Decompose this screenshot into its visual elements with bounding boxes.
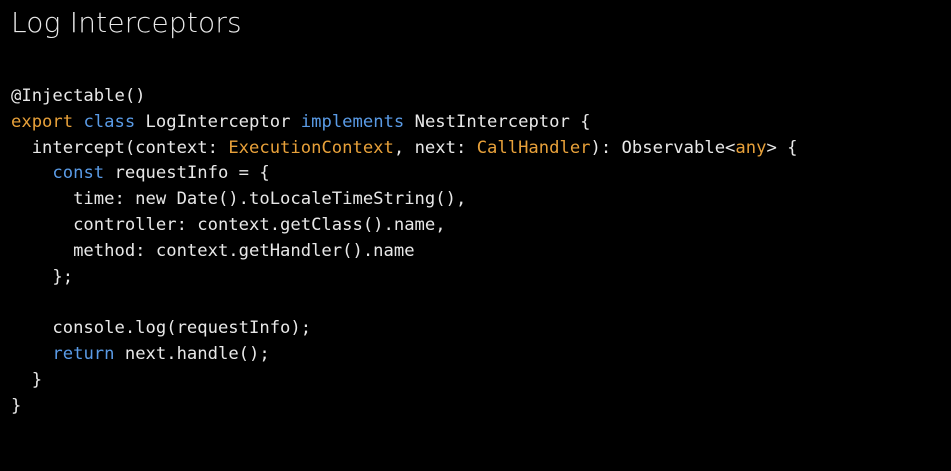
code-token: const: [52, 163, 105, 184]
code-line: time: new Date().toLocaleTimeString(),: [11, 187, 797, 213]
code-line: intercept(context: ExecutionContext, nex…: [11, 136, 798, 162]
code-token: NestInterceptor {: [404, 111, 591, 132]
code-token: export: [11, 111, 74, 132]
code-token: CallHandler: [476, 137, 591, 158]
code-token: requestInfo = {: [104, 163, 270, 184]
code-line: }: [11, 394, 797, 420]
code-token: controller: context.getClass().name,: [11, 214, 446, 235]
code-token: > {: [766, 137, 798, 158]
code-token: ExecutionContext: [228, 137, 394, 158]
code-line: }: [11, 368, 797, 394]
code-line: return next.handle();: [11, 342, 797, 368]
code-line: method: context.getHandler().name: [11, 239, 797, 265]
code-token: };: [11, 266, 74, 287]
code-line: const requestInfo = {: [11, 161, 797, 187]
code-line: controller: context.getClass().name,: [11, 213, 797, 239]
code-line: console.log(requestInfo);: [11, 316, 797, 342]
code-token: time: new Date().toLocaleTimeString(),: [11, 189, 467, 210]
code-token: LogInterceptor: [135, 111, 301, 132]
code-token: @Injectable(): [11, 86, 146, 106]
code-token: method: context.getHandler().name: [11, 240, 415, 261]
code-token: ): Observable<: [590, 137, 736, 158]
code-token: }: [11, 369, 43, 390]
code-token: implements: [300, 111, 405, 132]
code-token: , next:: [393, 137, 477, 158]
code-token: console.log(requestInfo);: [11, 318, 312, 339]
code-token: }: [11, 395, 22, 416]
code-token: any: [735, 137, 767, 158]
slide-title: Log Interceptors: [11, 6, 242, 39]
code-block: @Injectable() export class LogInterceptor…: [11, 84, 797, 419]
slide: Log Interceptors @Injectable() export cla…: [0, 0, 951, 471]
code-line: };: [11, 265, 797, 291]
code-line: export class LogInterceptor implements N…: [11, 110, 797, 136]
code-token: return: [52, 343, 115, 364]
code-line: @Injectable(): [11, 84, 797, 110]
code-token: class: [83, 111, 136, 132]
code-token: next.handle();: [114, 343, 270, 364]
code-token: intercept(context:: [11, 137, 229, 158]
